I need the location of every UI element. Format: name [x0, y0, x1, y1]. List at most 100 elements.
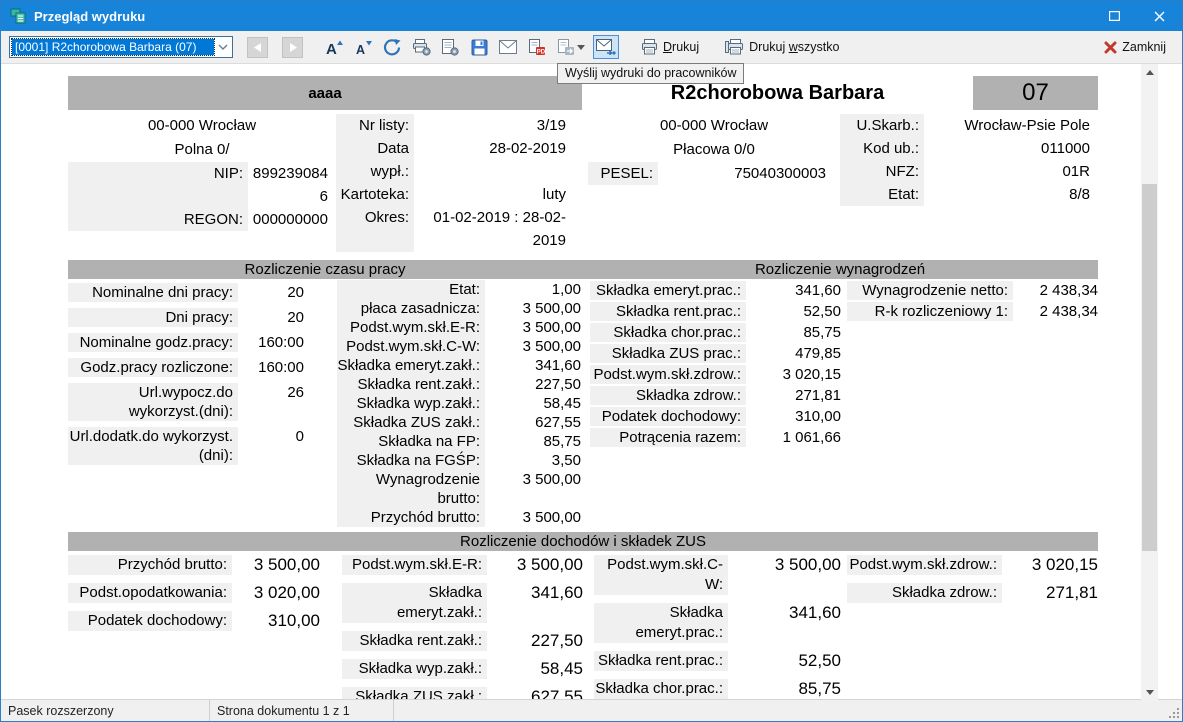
row-label: Składka emeryt.zakł.:: [342, 583, 487, 623]
row-label: Składka emeryt.prac.:: [590, 281, 746, 300]
company-address-group: 00-000 Wrocław Polna 0/ NIP: 8992390846 …: [68, 114, 336, 252]
row-value: 3 500,00: [485, 318, 581, 337]
row-value: 000000000: [248, 208, 328, 231]
row-label: Składka emeryt.zakł.:: [337, 356, 485, 375]
close-preview-button[interactable]: Zamknij: [1100, 38, 1170, 56]
chevron-down-icon[interactable]: [214, 44, 232, 50]
tooltip: Wyślij wydruki do pracowników: [557, 63, 744, 84]
row-label: Składka zdrow.:: [847, 583, 1002, 603]
font-decrease-button[interactable]: A: [350, 35, 376, 59]
row-value: 20: [238, 308, 304, 327]
font-increase-button[interactable]: A: [321, 35, 347, 59]
settlement-body: Nominalne dni pracy: 20 Dni pracy: 20 No…: [68, 280, 1098, 532]
scroll-down-icon[interactable]: [1141, 684, 1158, 701]
print-button[interactable]: Drukuj: [637, 37, 703, 57]
row-value: 58,45: [487, 659, 583, 679]
document-selector[interactable]: [0001] R2chorobowa Barbara (07): [9, 36, 233, 58]
table-row: Składka rent.zakł.: 227,50: [342, 627, 583, 655]
row-value: 227,50: [485, 375, 581, 394]
table-row: Nominalne dni pracy: 20: [68, 280, 308, 305]
company-name: aaaa: [68, 76, 582, 110]
window-title: Przegląd wydruku: [34, 9, 145, 24]
row-value: 310,00: [232, 611, 320, 631]
wage-settlement-title: Rozliczenie wynagrodzeń: [582, 260, 1098, 279]
zus-employee-rows: Podst.wym.skł.C-W: 3 500,00 Składka emer…: [594, 551, 841, 701]
row-label: Składka rent.zakł.:: [337, 375, 485, 394]
employee-contributions-rows: Składka emeryt.prac.: 341,60 Składka ren…: [590, 280, 841, 448]
row-value: 310,00: [746, 407, 841, 426]
table-row: Składka emeryt.prac.: 341,60: [590, 280, 841, 301]
row-value: 8/8: [924, 183, 1090, 206]
row-value: 160:00: [238, 333, 304, 352]
resize-grip[interactable]: [1167, 706, 1180, 719]
row-value: 26: [238, 383, 304, 421]
table-row: Składka emeryt.zakł.: 341,60: [342, 579, 583, 627]
row-label: Nominalne godz.pracy:: [68, 333, 238, 352]
row-label: Nominalne dni pracy:: [68, 283, 238, 302]
svg-text:PDF: PDF: [537, 49, 546, 55]
table-row: Wynagrodzenie brutto: 3 500,00: [337, 470, 581, 508]
send-printouts-button[interactable]: [593, 35, 619, 59]
save-icon[interactable]: [466, 35, 492, 59]
row-label: Dni pracy:: [68, 308, 238, 327]
table-row: Podst.wym.skł.C-W: 3 500,00: [594, 551, 841, 599]
row-label: Składka na FP:: [337, 432, 485, 451]
row-value: 52,50: [746, 302, 841, 321]
table-row: Wynagrodzenie netto: 2 438,34: [847, 280, 1098, 301]
row-label: Podst.wym.skł.C-W:: [594, 555, 728, 595]
table-row: Podst.wym.skł.E-R: 3 500,00: [342, 551, 583, 579]
scrollbar-thumb[interactable]: [1142, 184, 1157, 551]
payroll-list-group: Nr listy: 3/19 Data wypł.: 28-02-2019 Ka…: [336, 114, 588, 252]
row-value: 01R: [924, 160, 1090, 183]
table-row: Składka wyp.zakł.: 58,45: [337, 394, 581, 413]
row-label: Podst.wym.skł.zdrow.:: [847, 555, 1002, 575]
row-label: Przychód brutto:: [68, 555, 232, 575]
row-value: 271,81: [746, 386, 841, 405]
row-label: REGON:: [68, 208, 248, 231]
table-row: Podst.wym.skł.zdrow.: 3 020,15: [847, 551, 1098, 579]
export-pdf-icon[interactable]: PDF: [524, 35, 550, 59]
table-row: Podst.opodatkowania: 3 020,00: [68, 579, 320, 607]
export-dropdown-chevron-icon[interactable]: [576, 45, 586, 50]
print-all-button[interactable]: Drukuj wszystko: [721, 37, 843, 57]
row-label: Składka chor.prac.:: [594, 679, 728, 699]
row-label: Potrącenia razem:: [590, 428, 746, 447]
row-value: 1,00: [485, 280, 581, 299]
table-row: Url.dodatk.do wykorzyst.(dni): 0: [68, 424, 308, 468]
row-value: 2 438,34: [1013, 302, 1098, 321]
email-icon[interactable]: [495, 35, 521, 59]
row-label: Składka rent.prac.:: [594, 651, 728, 671]
zus-section-title: Rozliczenie dochodów i składek ZUS: [68, 532, 1098, 551]
table-row: Składka chor.prac.: 85,75: [594, 675, 841, 701]
table-row: REGON: 000000000: [68, 208, 336, 231]
row-value: 2 438,34: [1013, 281, 1098, 300]
table-row: R-k rozliczeniowy 1: 2 438,34: [847, 301, 1098, 322]
close-button[interactable]: [1137, 1, 1182, 31]
previous-page-button[interactable]: [247, 37, 268, 58]
row-value: 341,60: [728, 603, 841, 643]
row-value: 01-02-2019 : 28-02-2019: [414, 206, 572, 252]
table-row: PESEL: 75040300003: [588, 162, 840, 185]
statusbar: Pasek rozszerzony Strona dokumentu 1 z 1: [1, 699, 1182, 721]
page-setup-icon[interactable]: [437, 35, 463, 59]
vertical-scrollbar[interactable]: [1141, 64, 1158, 701]
row-value: 011000: [924, 137, 1090, 160]
row-label: Składka ZUS zakł.:: [337, 413, 485, 432]
row-value: Wrocław-Psie Pole: [924, 114, 1090, 137]
row-value: 85,75: [485, 432, 581, 451]
next-page-button[interactable]: [282, 37, 303, 58]
statusbar-mode: Pasek rozszerzony: [1, 700, 210, 721]
row-label: Podst.wym.skł.E-R:: [342, 555, 487, 575]
row-value: 3 020,00: [232, 583, 320, 603]
print-setup-icon[interactable]: [408, 35, 434, 59]
refresh-icon[interactable]: [379, 35, 405, 59]
table-row: Składka rent.prac.: 52,50: [594, 647, 841, 675]
row-label: Etat:: [840, 183, 924, 206]
scroll-up-icon[interactable]: [1141, 64, 1158, 81]
maximize-button[interactable]: [1092, 1, 1137, 31]
row-label: Kod ub.:: [840, 137, 924, 160]
table-row: Etat: 1,00: [337, 280, 581, 299]
table-row: Podst.wym.skł.C-W: 3 500,00: [337, 337, 581, 356]
toolbar: [0001] R2chorobowa Barbara (07) A A: [1, 31, 1182, 64]
employee-number: 07: [973, 76, 1098, 110]
